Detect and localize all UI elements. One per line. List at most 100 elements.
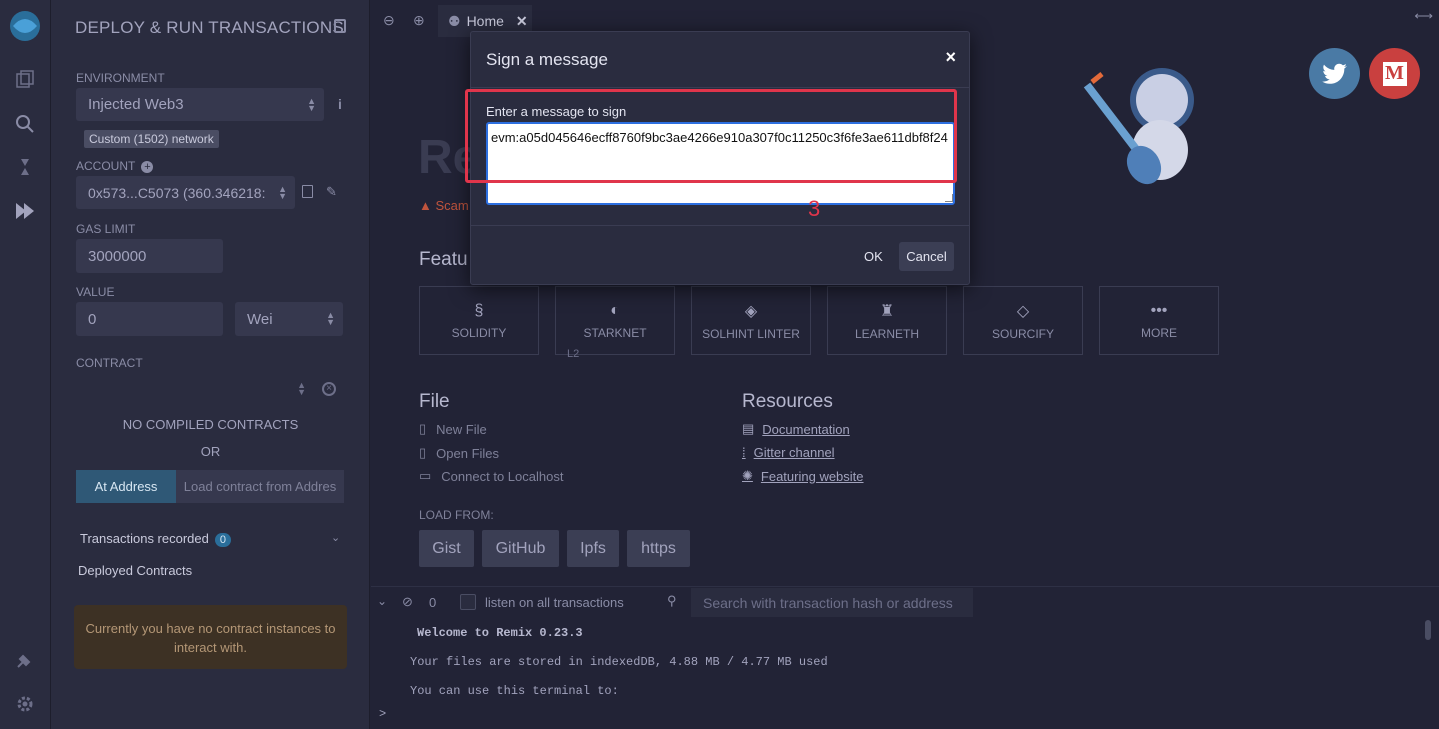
clear-console-icon[interactable]: ⊘ bbox=[402, 594, 413, 610]
l2-label: L2 bbox=[567, 348, 580, 360]
add-account-icon[interactable]: + bbox=[141, 161, 154, 173]
clear-contract-icon[interactable]: × bbox=[322, 382, 336, 396]
remix-home-icon: ⚉ bbox=[448, 12, 461, 29]
info-icon[interactable]: i bbox=[338, 96, 342, 112]
more-icon: ••• bbox=[1150, 301, 1168, 319]
terminal-output: Welcome to Remix 0.23.3 Your files are s… bbox=[371, 619, 1439, 729]
remix-logo-icon[interactable] bbox=[5, 8, 45, 44]
value-unit-select[interactable]: Wei ▲ ▼ bbox=[235, 302, 343, 336]
transactions-recorded[interactable]: Transactions recorded 0 bbox=[80, 531, 231, 547]
feature-tile-solidity[interactable]: § SOLIDITY bbox=[419, 286, 539, 355]
collapse-terminal-icon[interactable]: ⌄ bbox=[377, 594, 387, 608]
search-icon[interactable] bbox=[13, 112, 37, 136]
terminal-scrollbar[interactable] bbox=[1425, 620, 1431, 640]
twitter-button[interactable] bbox=[1309, 48, 1360, 99]
feature-tile-learneth[interactable]: ♜ LEARNETH bbox=[827, 286, 947, 355]
listen-label: listen on all transactions bbox=[485, 595, 624, 610]
edit-icon[interactable]: ✎ bbox=[326, 184, 337, 200]
ok-button[interactable]: OK bbox=[856, 242, 891, 270]
select-arrows-icon: ▲ ▼ bbox=[326, 310, 335, 327]
terminal-line: You can use this terminal to: bbox=[410, 684, 619, 698]
feature-label: SOLIDITY bbox=[451, 325, 507, 340]
close-icon[interactable]: × bbox=[945, 47, 956, 68]
file-heading: File bbox=[419, 391, 450, 412]
environment-value: Injected Web3 bbox=[88, 96, 184, 113]
feature-tile-sourcify[interactable]: ◇ SOURCIFY bbox=[963, 286, 1083, 355]
expand-panel-icon[interactable]: ⟷ bbox=[1414, 8, 1433, 24]
featuring-website-link[interactable]: ✺ Featuring website bbox=[742, 468, 864, 484]
contract-label: CONTRACT bbox=[76, 356, 143, 370]
settings-gear-icon[interactable] bbox=[13, 692, 37, 716]
load-https-button[interactable]: https bbox=[627, 530, 690, 567]
new-file-link[interactable]: ▯ New File bbox=[419, 421, 487, 437]
open-files-link[interactable]: ▯ Open Files bbox=[419, 445, 499, 461]
annotation-highlight-box bbox=[465, 89, 957, 183]
feature-label: LEARNETH bbox=[854, 326, 919, 341]
file-explorer-icon[interactable] bbox=[13, 67, 37, 91]
value-unit: Wei bbox=[247, 310, 273, 328]
load-github-button[interactable]: GitHub bbox=[482, 530, 559, 567]
pending-tx-count: 0 bbox=[429, 595, 437, 610]
deploy-run-icon[interactable] bbox=[13, 199, 37, 223]
network-badge: Custom (1502) network bbox=[84, 130, 219, 148]
sourcify-icon: ◇ bbox=[1016, 302, 1030, 320]
terminal-toolbar: ⌄ ⊘ 0 listen on all transactions ⚲ Searc… bbox=[371, 586, 1439, 619]
search-icon: ⚲ bbox=[667, 593, 677, 608]
listen-checkbox[interactable] bbox=[460, 594, 476, 610]
terminal-prompt[interactable]: > bbox=[379, 707, 386, 721]
environment-select[interactable]: Injected Web3 ▲ ▼ bbox=[76, 88, 324, 121]
globe-icon: ✺ bbox=[742, 468, 753, 483]
book-icon: ▤ bbox=[742, 421, 755, 436]
twitter-bird-icon bbox=[1321, 63, 1347, 84]
plugin-manager-icon[interactable] bbox=[13, 648, 37, 672]
feature-label: MORE bbox=[1141, 325, 1177, 340]
copy-icon[interactable] bbox=[302, 185, 313, 198]
transactions-count-badge: 0 bbox=[214, 533, 231, 547]
feature-label: SOURCIFY bbox=[991, 326, 1054, 341]
docs-book-icon[interactable] bbox=[334, 19, 346, 33]
modal-title: Sign a message bbox=[486, 50, 608, 69]
gitter-icon: ⁞ bbox=[742, 445, 746, 460]
no-instances-alert: Currently you have no contract instances… bbox=[74, 605, 347, 669]
feature-tile-starknet[interactable]: ◐ STARKNET bbox=[555, 286, 675, 355]
feature-tile-solhint-linter[interactable]: ◈ SOLHINT LINTER bbox=[691, 286, 811, 355]
value-input[interactable]: 0 bbox=[76, 302, 223, 336]
gas-limit-input[interactable]: 3000000 bbox=[76, 239, 223, 273]
load-ipfs-button[interactable]: Ipfs bbox=[567, 530, 619, 567]
solidity-compiler-icon[interactable] bbox=[13, 155, 37, 179]
feature-label: STARKNET bbox=[583, 325, 647, 340]
gitter-link[interactable]: ⁞ Gitter channel bbox=[742, 445, 835, 460]
select-arrows-icon: ▲ ▼ bbox=[307, 95, 316, 113]
connect-localhost-link[interactable]: ▭ Connect to Localhost bbox=[419, 468, 563, 484]
modal-header: Sign a message × bbox=[471, 32, 969, 88]
value-label: VALUE bbox=[76, 285, 115, 299]
at-address-button[interactable]: At Address bbox=[76, 470, 176, 503]
medium-button[interactable]: M bbox=[1369, 48, 1420, 99]
documentation-link[interactable]: ▤ Documentation bbox=[742, 421, 850, 437]
account-select[interactable]: 0x573...C5073 (360.346218: ▲ ▼ bbox=[76, 176, 295, 209]
scam-alert: ▲ Scam bbox=[419, 198, 469, 213]
or-separator: OR bbox=[200, 444, 221, 459]
gas-limit-label: GAS LIMIT bbox=[76, 222, 136, 236]
contract-select[interactable]: ▲ ▼ bbox=[76, 373, 306, 406]
zoom-in-icon[interactable]: ⊕ bbox=[413, 12, 425, 29]
panel-title: DEPLOY & RUN TRANSACTIONS bbox=[75, 18, 344, 37]
deployed-contracts-heading: Deployed Contracts bbox=[78, 563, 193, 578]
modal-footer: OK Cancel bbox=[471, 225, 969, 286]
warning-icon: ▲ bbox=[419, 198, 432, 213]
close-tab-icon[interactable]: ✕ bbox=[516, 13, 528, 30]
chevron-down-icon[interactable]: ⌄ bbox=[331, 531, 340, 544]
remix-mascot-illustration bbox=[1082, 60, 1212, 190]
select-arrows-icon: ▲ ▼ bbox=[297, 380, 306, 397]
cancel-button[interactable]: Cancel bbox=[899, 242, 954, 271]
load-gist-button[interactable]: Gist bbox=[419, 530, 474, 567]
solidity-icon: § bbox=[474, 301, 484, 319]
load-contract-address-input[interactable]: Load contract from Addres bbox=[176, 470, 344, 503]
feature-tile-more[interactable]: ••• MORE bbox=[1099, 286, 1219, 355]
zoom-out-icon[interactable]: ⊖ bbox=[383, 12, 395, 29]
tab-home-label: Home bbox=[466, 13, 504, 29]
transaction-search-input[interactable]: Search with transaction hash or address bbox=[691, 588, 973, 617]
select-arrows-icon: ▲ ▼ bbox=[278, 183, 287, 201]
featured-heading: Featu bbox=[419, 249, 468, 270]
resize-handle-icon[interactable] bbox=[945, 194, 953, 202]
